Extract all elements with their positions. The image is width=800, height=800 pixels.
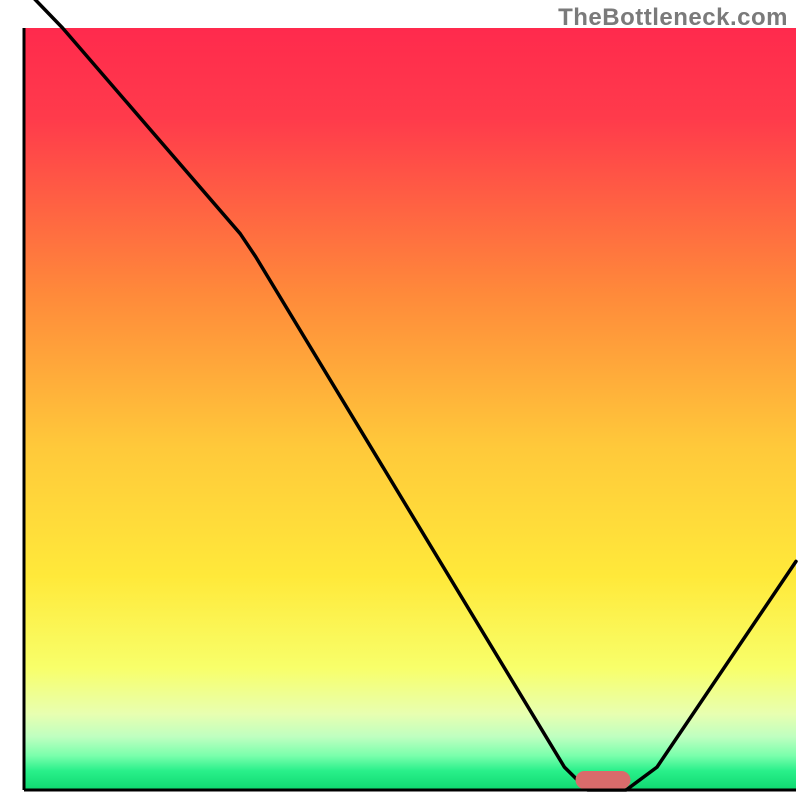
- optimal-marker: [576, 771, 631, 789]
- plot-area: [24, 28, 796, 790]
- bottleneck-chart: TheBottleneck.com: [0, 0, 800, 800]
- chart-svg: [0, 0, 800, 800]
- attribution-label: TheBottleneck.com: [558, 4, 788, 32]
